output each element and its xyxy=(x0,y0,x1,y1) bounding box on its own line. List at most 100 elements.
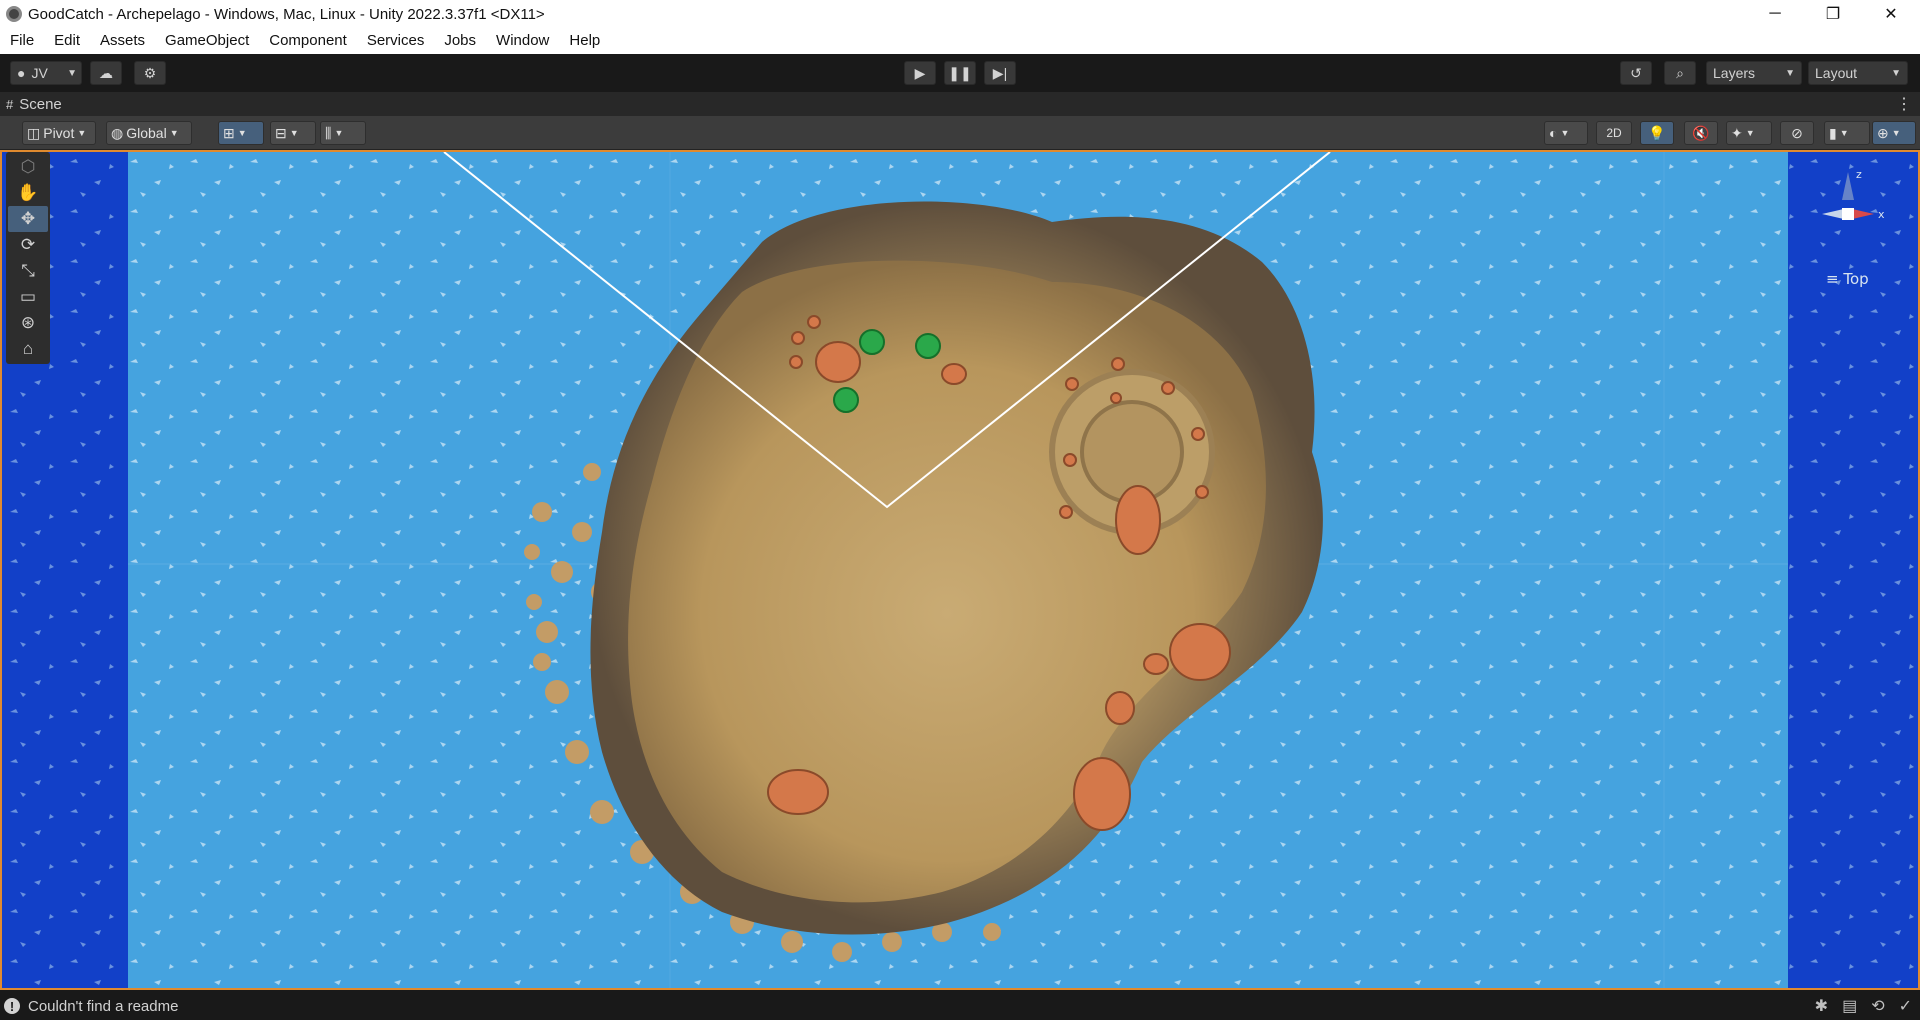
window-title: GoodCatch - Archepelago - Windows, Mac, … xyxy=(28,5,545,23)
orientation-gizmo[interactable]: z x ≡ Top xyxy=(1808,162,1888,292)
gizmo-axis-z: z xyxy=(1856,168,1862,181)
chevron-down-icon: ▼ xyxy=(289,128,299,138)
history-icon: ↺ xyxy=(1630,64,1642,81)
layout-label: Layout xyxy=(1815,65,1858,81)
close-button[interactable]: ✕ xyxy=(1862,0,1920,28)
search-button[interactable]: ⌕ xyxy=(1664,61,1696,85)
chevron-down-icon: ▼ xyxy=(1891,67,1901,79)
custom-tool-icon[interactable]: ⌂ xyxy=(8,336,48,362)
grid-snap-icon: ⊞ xyxy=(223,124,235,141)
step-button[interactable]: ▶| xyxy=(984,61,1016,85)
chevron-down-icon: ▼ xyxy=(334,128,344,138)
window-controls: ─ ❐ ✕ xyxy=(1746,0,1920,28)
tab-scene[interactable]: # Scene xyxy=(6,96,62,113)
layout-dropdown[interactable]: Layout ▼ xyxy=(1808,61,1908,85)
chevron-down-icon: ▼ xyxy=(67,67,77,79)
layers-dropdown[interactable]: Layers ▼ xyxy=(1706,61,1802,85)
maximize-button[interactable]: ❐ xyxy=(1804,0,1862,28)
draw-mode-dropdown[interactable]: ◐ ▼ xyxy=(1544,121,1588,145)
chevron-down-icon: ▼ xyxy=(1560,128,1570,138)
chevron-down-icon: ▼ xyxy=(169,128,179,138)
cloud-button[interactable]: ☁ xyxy=(90,61,122,85)
warning-icon: ! xyxy=(4,998,20,1014)
hand-tool-icon[interactable]: ✋ xyxy=(8,180,48,206)
menu-assets[interactable]: Assets xyxy=(90,28,155,54)
scene-viewport[interactable] xyxy=(0,150,1920,990)
effects-dropdown[interactable]: ✦ ▼ xyxy=(1726,121,1772,145)
gizmos-icon: ⊕ xyxy=(1877,124,1889,141)
step-icon: ▶| xyxy=(992,64,1008,81)
toggle-2d-button[interactable]: 2D xyxy=(1596,121,1632,145)
account-icon: ● xyxy=(17,65,26,81)
chevron-down-icon: ▼ xyxy=(77,128,87,138)
chevron-down-icon: ▼ xyxy=(1891,128,1901,138)
move-tool-icon[interactable]: ✥ xyxy=(8,206,48,232)
mode-2d-label: 2D xyxy=(1606,126,1622,140)
hidden-objects-toggle[interactable]: ⊘ xyxy=(1780,121,1814,145)
light-bulb-icon: 💡 xyxy=(1648,124,1666,141)
auto-generate-icon[interactable]: ⟲ xyxy=(1871,996,1884,1016)
unity-app-icon xyxy=(6,6,22,22)
scene-tab-bar: # Scene ⋮ xyxy=(0,92,1920,116)
view-tool-icon[interactable]: ⬡ xyxy=(8,154,48,180)
pivot-dropdown[interactable]: ◫ Pivot ▼ xyxy=(22,121,96,145)
chevron-down-icon: ▼ xyxy=(1785,67,1795,79)
search-icon: ⌕ xyxy=(1676,64,1684,81)
rect-tool-icon[interactable]: ▭ xyxy=(8,284,48,310)
audio-toggle[interactable]: 🔇 xyxy=(1684,121,1718,145)
collab-button[interactable]: ⚙ xyxy=(134,61,166,85)
lighting-toggle[interactable]: 💡 xyxy=(1640,121,1674,145)
pivot-label: Pivot xyxy=(43,125,75,141)
chevron-down-icon: ▼ xyxy=(1839,128,1849,138)
menu-services[interactable]: Services xyxy=(357,28,435,54)
gear-icon: ⚙ xyxy=(143,64,157,81)
effects-icon: ✦ xyxy=(1731,124,1743,141)
more-options-icon[interactable]: ⋮ xyxy=(1896,94,1912,114)
camera-icon: ▮ xyxy=(1829,124,1837,141)
rotate-tool-icon[interactable]: ⟳ xyxy=(8,232,48,258)
menu-component[interactable]: Component xyxy=(259,28,357,54)
debug-icon[interactable]: ✱ xyxy=(1815,996,1828,1016)
title-bar: GoodCatch - Archepelago - Windows, Mac, … xyxy=(0,0,1920,28)
transform-tool-icon[interactable]: ⊛ xyxy=(8,310,48,336)
globe-icon: ◍ xyxy=(111,124,124,141)
global-label: Global xyxy=(126,125,167,141)
scene-tab-label: Scene xyxy=(19,95,62,113)
align-toggle[interactable]: ⫼ ▼ xyxy=(320,121,366,145)
axis-gizmo-icon: z x xyxy=(1822,168,1885,221)
shading-icon: ◐ xyxy=(1549,125,1558,141)
main-toolbar: ● JV ▼ ☁ ⚙ ▶ ❚❚ ▶| ↺ ⌕ Layers ▼ Layout ▼ xyxy=(0,54,1920,92)
menu-file[interactable]: File xyxy=(0,28,44,54)
minimize-button[interactable]: ─ xyxy=(1746,0,1804,28)
pivot-icon: ◫ xyxy=(27,124,41,141)
status-bar: ! Couldn't find a readme ✱ ▤ ⟲ ✓ xyxy=(0,992,1920,1020)
cache-icon[interactable]: ▤ xyxy=(1842,996,1857,1016)
menu-jobs[interactable]: Jobs xyxy=(434,28,486,54)
menu-window[interactable]: Window xyxy=(486,28,559,54)
menu-bar: File Edit Assets GameObject Component Se… xyxy=(0,28,1920,54)
increment-snap-toggle[interactable]: ⊟ ▼ xyxy=(270,121,316,145)
scale-tool-icon[interactable]: ⤡ xyxy=(8,258,48,284)
menu-help[interactable]: Help xyxy=(559,28,610,54)
pause-button[interactable]: ❚❚ xyxy=(944,61,976,85)
align-icon: ⫼ xyxy=(325,124,332,141)
gizmos-dropdown[interactable]: ⊕ ▼ xyxy=(1872,121,1916,145)
chevron-down-icon: ▼ xyxy=(237,128,247,138)
menu-edit[interactable]: Edit xyxy=(44,28,90,54)
global-dropdown[interactable]: ◍ Global ▼ xyxy=(106,121,192,145)
play-button[interactable]: ▶ xyxy=(904,61,936,85)
pause-icon: ❚❚ xyxy=(948,64,972,81)
chevron-down-icon: ▼ xyxy=(1745,128,1755,138)
gizmo-view-label[interactable]: ≡ Top xyxy=(1826,270,1869,288)
layers-label: Layers xyxy=(1713,65,1756,81)
menu-gameobject[interactable]: GameObject xyxy=(155,28,259,54)
status-icons: ✱ ▤ ⟲ ✓ xyxy=(1815,996,1912,1016)
account-dropdown[interactable]: ● JV ▼ xyxy=(10,61,82,85)
check-icon[interactable]: ✓ xyxy=(1899,996,1912,1016)
snap-icon: ⊟ xyxy=(275,124,287,141)
status-message[interactable]: Couldn't find a readme xyxy=(28,998,178,1015)
grid-icon: # xyxy=(6,96,14,112)
camera-dropdown[interactable]: ▮ ▼ xyxy=(1824,121,1870,145)
history-button[interactable]: ↺ xyxy=(1620,61,1652,85)
grid-snap-toggle[interactable]: ⊞ ▼ xyxy=(218,121,264,145)
